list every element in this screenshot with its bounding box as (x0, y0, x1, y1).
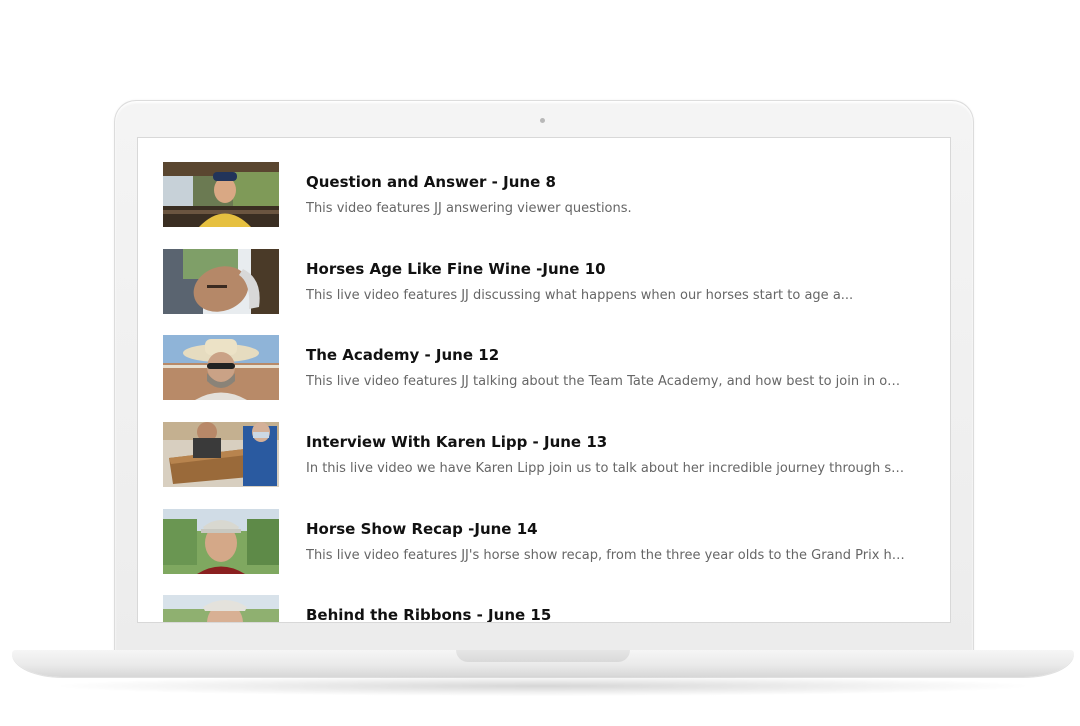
video-list-item[interactable]: Horses Age Like Fine Wine -June 10 This … (163, 248, 950, 336)
video-list-item[interactable]: Behind the Ribbons - June 15 (163, 595, 950, 622)
video-title[interactable]: Horse Show Recap -June 14 (306, 520, 538, 538)
video-list-item[interactable]: Question and Answer - June 8 This video … (163, 162, 950, 249)
video-thumbnail[interactable] (163, 595, 279, 622)
video-title[interactable]: Question and Answer - June 8 (306, 173, 556, 191)
laptop-shadow (60, 676, 1026, 696)
video-description: This live video features JJ discussing w… (306, 287, 854, 303)
video-title[interactable]: Interview With Karen Lipp - June 13 (306, 433, 607, 451)
video-description: This live video features JJ's horse show… (306, 547, 906, 563)
video-description: This video features JJ answering viewer … (306, 201, 632, 216)
video-thumbnail[interactable] (163, 508, 279, 574)
laptop-notch (456, 650, 630, 662)
video-description: In this live video we have Karen Lipp jo… (306, 461, 906, 477)
video-list-item[interactable]: The Academy - June 12 This live video fe… (163, 335, 950, 422)
video-thumbnail[interactable] (163, 422, 279, 488)
video-list: Question and Answer - June 8 This video … (163, 162, 950, 622)
video-list-item[interactable]: Horse Show Recap -June 14 This live vide… (163, 508, 950, 596)
video-title[interactable]: Behind the Ribbons - June 15 (306, 606, 551, 622)
video-thumbnail[interactable] (163, 335, 279, 401)
video-title[interactable]: Horses Age Like Fine Wine -June 10 (306, 260, 606, 278)
camera-icon (540, 118, 545, 123)
video-list-item[interactable]: Interview With Karen Lipp - June 13 In t… (163, 422, 950, 509)
video-title[interactable]: The Academy - June 12 (306, 346, 499, 364)
video-thumbnail[interactable] (163, 248, 279, 314)
laptop-screen: Question and Answer - June 8 This video … (137, 137, 951, 623)
video-description: This live video features JJ talking abou… (306, 374, 906, 390)
video-thumbnail[interactable] (163, 162, 279, 227)
